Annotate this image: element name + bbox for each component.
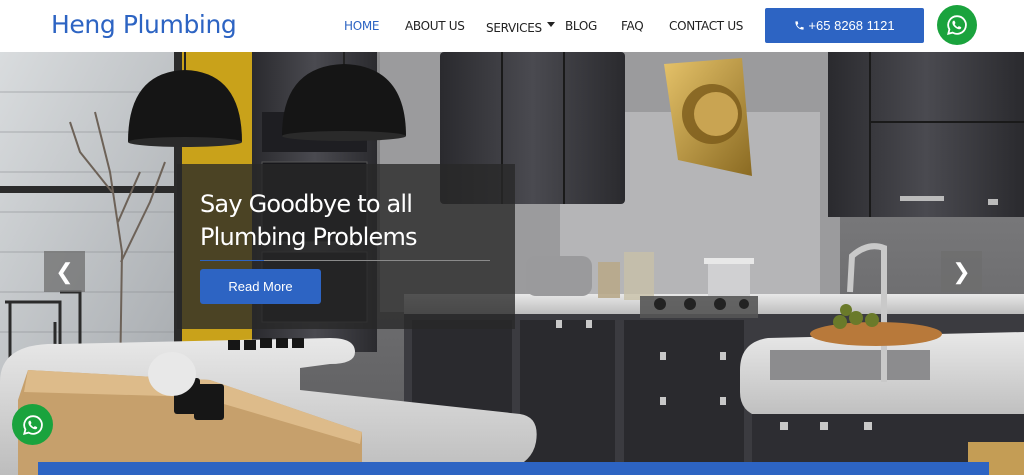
nav-faq[interactable]: FAQ bbox=[621, 19, 644, 33]
phone-number: +65 8268 1121 bbox=[808, 18, 895, 33]
chevron-left-icon: ❮ bbox=[55, 258, 74, 284]
whatsapp-icon bbox=[947, 15, 967, 35]
hero-slider: Say Goodbye to all Plumbing Problems Rea… bbox=[0, 52, 1024, 475]
nav-home[interactable]: HOME bbox=[344, 19, 380, 33]
site-header: Heng Plumbing HOME ABOUT US SERVICES BLO… bbox=[0, 0, 1024, 52]
whatsapp-icon bbox=[22, 414, 43, 435]
content-section-top bbox=[38, 462, 989, 475]
chevron-right-icon: ❯ bbox=[952, 258, 971, 284]
slider-next-button[interactable]: ❯ bbox=[941, 251, 982, 292]
whatsapp-header-button[interactable] bbox=[937, 5, 977, 45]
phone-icon bbox=[795, 21, 805, 30]
nav-blog[interactable]: BLOG bbox=[565, 19, 597, 33]
call-button[interactable]: +65 8268 1121 bbox=[765, 8, 924, 43]
hero-title: Say Goodbye to all Plumbing Problems bbox=[200, 190, 418, 251]
caption-divider bbox=[200, 260, 490, 261]
nav-services-label: SERVICES bbox=[486, 21, 542, 35]
site-logo[interactable]: Heng Plumbing bbox=[51, 10, 237, 39]
nav-services[interactable]: SERVICES bbox=[486, 19, 555, 37]
slider-prev-button[interactable]: ❮ bbox=[44, 251, 85, 292]
whatsapp-floating-button[interactable] bbox=[12, 404, 53, 445]
hero-caption: Say Goodbye to all Plumbing Problems Rea… bbox=[177, 164, 515, 329]
nav-contact-us[interactable]: CONTACT US bbox=[669, 19, 743, 33]
nav-about-us[interactable]: ABOUT US bbox=[405, 19, 465, 33]
read-more-button[interactable]: Read More bbox=[200, 269, 321, 304]
chevron-down-icon bbox=[546, 22, 555, 28]
